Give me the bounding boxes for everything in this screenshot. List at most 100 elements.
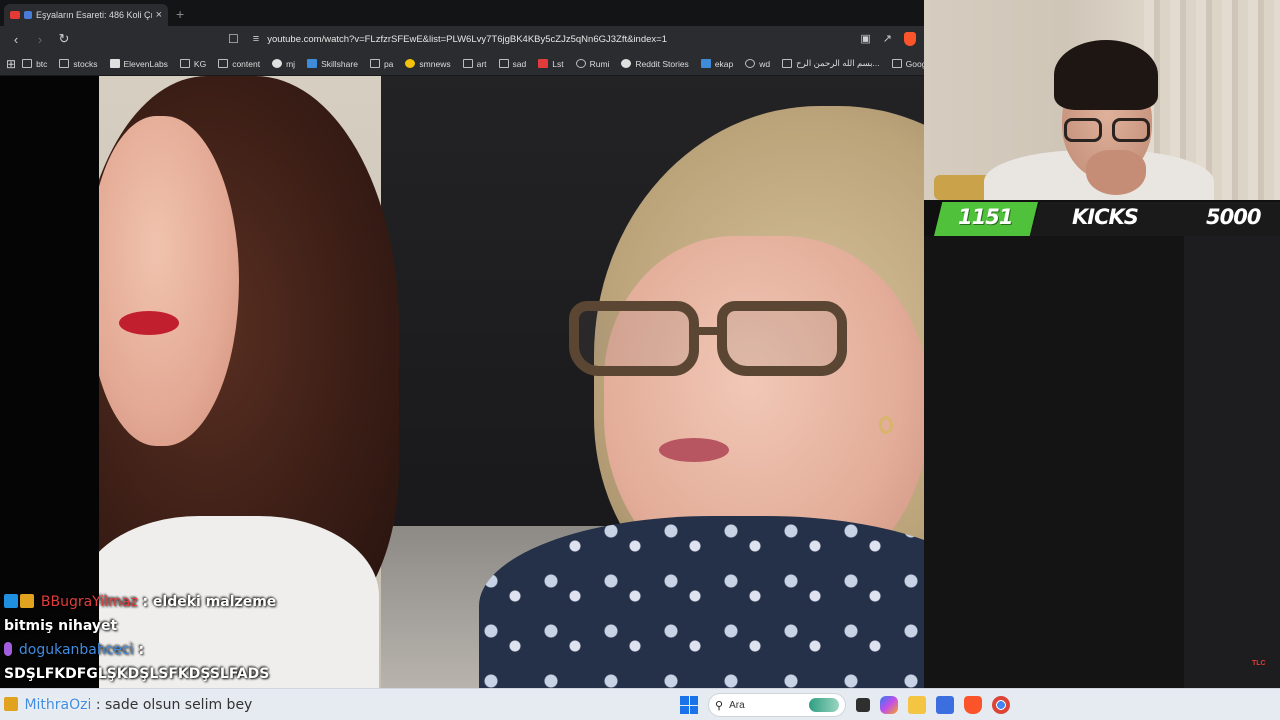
smiley-icon xyxy=(405,59,416,68)
taskbar-search[interactable]: ⚲ Ara xyxy=(708,693,846,717)
new-tab-button[interactable]: + xyxy=(176,6,184,22)
extension-icon xyxy=(24,11,32,19)
folder-icon xyxy=(22,59,33,68)
bookmarks-bar: ⊞ btc stocks ElevenLabs KG content mj Skillsha… xyxy=(0,52,924,76)
bookmark-item[interactable]: mj xyxy=(266,59,301,69)
bookmark-item[interactable]: ElevenLabs xyxy=(104,59,174,69)
bookmark-label: بسم الله الرحمن الرح... xyxy=(796,58,880,68)
chat-message: dogukanbahceci : xyxy=(4,638,294,662)
tlc-watermark: TLC xyxy=(1252,660,1266,667)
stream-panel-body xyxy=(924,236,1184,688)
copilot-icon[interactable] xyxy=(880,696,898,714)
bookmark-label: pa xyxy=(383,58,394,69)
bookmark-page-icon[interactable]: ☐ xyxy=(228,32,239,46)
bookmark-label: Google xyxy=(905,58,924,69)
browser-toolbar: ‹ › ↻ ☐ ≡ youtube.com/watch?v=FLzfzrSFEw… xyxy=(0,26,924,52)
chat-overlay: BBugraYilmaz : eldeki malzeme bitmiş nih… xyxy=(4,590,294,686)
person-right-earring xyxy=(879,416,893,434)
site-settings-icon[interactable]: ≡ xyxy=(253,33,259,45)
close-tab-icon[interactable]: × xyxy=(156,9,162,21)
folder-icon xyxy=(179,59,190,68)
snipping-tool-icon[interactable] xyxy=(936,696,954,714)
bookmark-label: KG xyxy=(193,58,207,69)
file-explorer-icon[interactable] xyxy=(908,696,926,714)
glasses-lens-right xyxy=(717,301,847,376)
streamer-glasses-right xyxy=(1112,118,1150,142)
chat-text: : xyxy=(138,642,145,658)
streamer-hair xyxy=(1054,40,1158,110)
chat-message: MithraOzi : sade olsun selim bey xyxy=(4,693,252,717)
bookmark-item[interactable]: Lst xyxy=(532,59,569,69)
skillshare-icon xyxy=(307,59,318,68)
streamer-glasses-left xyxy=(1064,118,1102,142)
chat-username[interactable]: BBugraYilmaz xyxy=(41,594,138,610)
person-right-shirt xyxy=(479,516,924,688)
bird-icon xyxy=(700,59,711,68)
bookmark-item[interactable]: btc xyxy=(16,59,53,69)
mic-badge-icon xyxy=(4,642,12,656)
person-right-glasses xyxy=(569,301,899,381)
subscriber-badge-icon xyxy=(20,594,34,608)
bookmark-item[interactable]: stocks xyxy=(53,59,103,69)
d-icon xyxy=(621,59,632,68)
bookmark-item[interactable]: ekap xyxy=(695,59,739,69)
bookmark-label: sad xyxy=(512,58,527,69)
person-left-lips xyxy=(119,311,179,335)
taskbar-center: ⚲ Ara xyxy=(680,693,1010,717)
tab-title: Eşyaların Esareti: 486 Koli Çıktı xyxy=(36,10,152,20)
bookmark-label: Rumi xyxy=(589,58,610,69)
bookmark-item[interactable]: pa xyxy=(364,59,399,69)
bookmark-item[interactable]: Reddit Stories xyxy=(615,59,694,69)
bookmark-item[interactable]: Rumi xyxy=(570,59,616,69)
globe-icon xyxy=(575,59,586,68)
folder-icon xyxy=(369,59,380,68)
elevenlabs-icon xyxy=(109,59,120,68)
streamer-hand xyxy=(1086,150,1146,195)
tab-youtube[interactable]: Eşyaların Esareti: 486 Koli Çıktı × xyxy=(4,4,168,26)
chat-username[interactable]: dogukanbahceci xyxy=(19,642,134,658)
bookmark-label: wd xyxy=(759,58,771,69)
bookmark-label: art xyxy=(476,58,487,69)
bookmark-label: smnews xyxy=(419,58,451,69)
chat-text: : sade olsun selim bey xyxy=(95,697,253,713)
glasses-lens-left xyxy=(569,301,699,376)
chat-username[interactable]: MithraOzi xyxy=(24,697,91,713)
chrome-icon[interactable] xyxy=(992,696,1010,714)
screen: Eşyaların Esareti: 486 Koli Çıktı × + ‹ … xyxy=(0,0,1280,720)
bookmark-item[interactable]: KG xyxy=(174,59,212,69)
back-icon[interactable]: ‹ xyxy=(8,32,24,47)
folder-icon xyxy=(462,59,473,68)
reload-icon[interactable]: ↻ xyxy=(56,31,72,47)
bookmark-label: Skillshare xyxy=(321,58,358,69)
bookmark-item[interactable]: Skillshare xyxy=(301,59,364,69)
kicks-count: 1151 xyxy=(958,205,1013,229)
folder-icon xyxy=(218,59,229,68)
chat-text-continuation: SDŞLFKDFGLŞKDŞLSFKDŞSLFADS xyxy=(4,666,270,682)
apps-grid-icon[interactable]: ⊞ xyxy=(6,57,16,71)
slash-icon xyxy=(498,59,509,68)
brave-browser-icon[interactable] xyxy=(964,696,982,714)
bookmark-item[interactable]: content xyxy=(212,59,266,69)
bookmark-item[interactable]: بسم الله الرحمن الرح... xyxy=(776,58,886,69)
bookmark-item[interactable]: Google xyxy=(886,59,924,69)
brave-shields-icon[interactable] xyxy=(904,32,916,46)
bookmark-label: ekap xyxy=(714,58,734,69)
bookmark-item[interactable]: wd xyxy=(739,59,776,69)
toolbar-actions: ▣ ↗ xyxy=(860,32,916,46)
subscriber-badge-icon xyxy=(4,697,18,711)
bookmark-label: stocks xyxy=(73,58,98,69)
cast-icon[interactable]: ▣ xyxy=(860,32,870,46)
bookmark-item[interactable]: art xyxy=(457,59,493,69)
bookmark-item[interactable]: smnews xyxy=(399,59,456,69)
kicks-goal-bar: 1151 KICKS 5000 xyxy=(934,202,1280,236)
search-icon: ⚲ xyxy=(715,699,724,712)
kicks-label: KICKS xyxy=(1072,205,1139,229)
share-icon[interactable]: ↗ xyxy=(883,32,892,46)
start-icon[interactable] xyxy=(680,696,698,714)
bookmark-item[interactable]: sad xyxy=(493,59,533,69)
address-bar[interactable]: youtube.com/watch?v=FLzfzrSFEwE&list=PLW… xyxy=(267,34,852,45)
webcam-feed xyxy=(924,0,1280,200)
s-icon xyxy=(538,59,549,68)
forward-icon[interactable]: › xyxy=(32,32,48,47)
task-view-icon[interactable] xyxy=(856,698,870,712)
